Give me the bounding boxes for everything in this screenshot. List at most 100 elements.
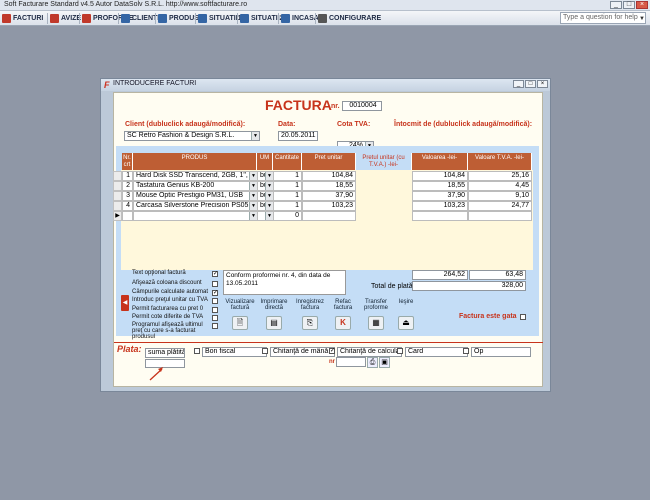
- maximize-button[interactable]: □: [623, 1, 635, 9]
- cell-value[interactable]: 104,84: [412, 171, 468, 181]
- toolbar-button-label[interactable]: Refac factura: [332, 299, 354, 313]
- row-selector[interactable]: [113, 191, 122, 201]
- cell-produs[interactable]: Mouse Optic Prestigio PM31, USB: [133, 191, 257, 201]
- cell-value[interactable]: [412, 211, 468, 221]
- payment-method-checkbox[interactable]: ✓: [329, 348, 335, 354]
- chevron-down-icon[interactable]: ▼: [265, 202, 273, 210]
- help-search-input[interactable]: Type a question for help: [560, 12, 646, 24]
- cell-produs[interactable]: Carcasa Silverstone Precision PS05: [133, 201, 257, 211]
- cell-vat[interactable]: 25,16: [468, 171, 532, 181]
- chevron-down-icon[interactable]: ▼: [639, 16, 645, 22]
- menu-item-situatii1[interactable]: SITUATII1: [198, 11, 242, 26]
- chevron-down-icon[interactable]: ▼: [249, 192, 257, 200]
- payment-method-label[interactable]: Card: [405, 347, 468, 357]
- payment-method-checkbox[interactable]: [194, 348, 200, 354]
- preview-icon[interactable]: 🗎: [232, 316, 248, 330]
- option-checkbox[interactable]: [212, 281, 218, 287]
- cell-produs[interactable]: Hard Disk SSD Transcend, 2GB, 1", IDE,: [133, 171, 257, 181]
- row-selector[interactable]: [113, 171, 122, 181]
- printer-icon[interactable]: ▤: [266, 316, 282, 330]
- chevron-down-icon[interactable]: ▼: [249, 182, 257, 190]
- options-toggle-button[interactable]: ◀: [121, 295, 129, 311]
- cell-nr[interactable]: [122, 211, 133, 221]
- menu-item-avize[interactable]: AVIZE: [50, 11, 81, 26]
- cell-vat[interactable]: 4,45: [468, 181, 532, 191]
- cell-vat[interactable]: 9,10: [468, 191, 532, 201]
- client-select[interactable]: SC Retro Fashion & Design S.R.L. ▼: [124, 131, 260, 141]
- toolbar-button-label[interactable]: Ieşire: [396, 299, 416, 313]
- cell-price[interactable]: 37,90: [302, 191, 356, 201]
- chevron-down-icon[interactable]: ▼: [265, 212, 273, 220]
- chevron-down-icon[interactable]: ▼: [249, 212, 257, 220]
- cell-produs[interactable]: Tastatura Genius KB-200: [133, 181, 257, 191]
- toolbar-button-label[interactable]: Imprimare directă: [259, 299, 289, 313]
- window-minimize-button[interactable]: _: [513, 80, 524, 88]
- window-close-button[interactable]: ×: [537, 80, 548, 88]
- cell-nr[interactable]: 4: [122, 201, 133, 211]
- row-selector[interactable]: ▶: [113, 211, 122, 221]
- payment-method-label[interactable]: Op: [471, 347, 531, 357]
- chevron-down-icon[interactable]: ▼: [265, 182, 273, 190]
- cell-qty[interactable]: 1: [273, 171, 302, 181]
- payment-method-label[interactable]: Chitanţă de calculator: [337, 347, 402, 357]
- receipt-number-input[interactable]: [336, 357, 366, 367]
- row-selector[interactable]: [113, 201, 122, 211]
- chevron-down-icon[interactable]: ▼: [265, 192, 273, 200]
- cell-value[interactable]: 18,55: [412, 181, 468, 191]
- cell-qty[interactable]: 1: [273, 191, 302, 201]
- payment-method-label[interactable]: Chitanţă de mână: [270, 347, 335, 357]
- save-icon[interactable]: ⎘: [302, 316, 318, 330]
- cell-price[interactable]: [302, 211, 356, 221]
- row-selector[interactable]: [113, 181, 122, 191]
- paid-checkbox[interactable]: [520, 314, 526, 320]
- undo-icon[interactable]: K: [335, 316, 351, 330]
- toolbar-button-label[interactable]: Transfer proforme: [362, 299, 390, 313]
- chevron-down-icon[interactable]: ▼: [249, 172, 257, 180]
- cell-nr[interactable]: 2: [122, 181, 133, 191]
- payment-method-checkbox[interactable]: [262, 348, 268, 354]
- toolbar-button-label[interactable]: Vizualizare factură: [223, 299, 257, 313]
- note-textarea[interactable]: Conform proformei nr. 4, din data de 13.…: [223, 270, 346, 295]
- option-checkbox[interactable]: ✓: [212, 271, 218, 277]
- cell-nr[interactable]: 1: [122, 171, 133, 181]
- invoice-number-field[interactable]: 0010004: [342, 101, 382, 111]
- option-checkbox[interactable]: [212, 315, 218, 321]
- cell-qty[interactable]: 0: [273, 211, 302, 221]
- cell-value[interactable]: 103,23: [412, 201, 468, 211]
- menu-item-situatii2[interactable]: SITUATII2: [240, 11, 284, 26]
- amount-paid-input[interactable]: suma plătită: [145, 348, 185, 358]
- menu-item-clienti[interactable]: CLIENTI: [121, 11, 159, 26]
- cell-qty[interactable]: 1: [273, 181, 302, 191]
- cell-vat[interactable]: [468, 211, 532, 221]
- close-button[interactable]: ×: [636, 1, 648, 9]
- payment-method-checkbox[interactable]: [397, 348, 403, 354]
- transfer-icon[interactable]: ▦: [368, 316, 384, 330]
- cell-price[interactable]: 18,55: [302, 181, 356, 191]
- window-maximize-button[interactable]: □: [525, 80, 536, 88]
- cell-produs[interactable]: [133, 211, 257, 221]
- payment-method-label[interactable]: Bon fiscal: [202, 347, 267, 357]
- payment-method-checkbox[interactable]: [463, 348, 469, 354]
- option-checkbox[interactable]: [212, 307, 218, 313]
- chevron-down-icon[interactable]: ▼: [265, 172, 273, 180]
- menu-item-facturi[interactable]: FACTURI: [2, 11, 43, 26]
- cell-qty[interactable]: 1: [273, 201, 302, 211]
- menu-item-produse[interactable]: PRODUSE: [158, 11, 204, 26]
- preview-receipt-icon[interactable]: ⎙: [367, 357, 378, 368]
- cell-nr[interactable]: 3: [122, 191, 133, 201]
- option-checkbox[interactable]: [212, 298, 218, 304]
- exit-icon[interactable]: ⏏: [398, 316, 414, 330]
- toolbar-button-label[interactable]: Inregistrez factura: [292, 299, 328, 313]
- chevron-down-icon[interactable]: ▼: [251, 132, 259, 140]
- option-checkbox[interactable]: ✓: [212, 290, 218, 296]
- cell-vat[interactable]: 24,77: [468, 201, 532, 211]
- cell-price[interactable]: 104,84: [302, 171, 356, 181]
- chevron-down-icon[interactable]: ▼: [249, 202, 257, 210]
- menu-item-configurare[interactable]: CONFIGURARE: [318, 11, 381, 26]
- cell-price[interactable]: 103,23: [302, 201, 356, 211]
- minimize-button[interactable]: _: [610, 1, 622, 9]
- print-receipt-icon[interactable]: ▣: [379, 357, 390, 368]
- cell-value[interactable]: 37,90: [412, 191, 468, 201]
- date-field[interactable]: 20.05.2011: [278, 131, 318, 141]
- option-checkbox[interactable]: [212, 323, 218, 329]
